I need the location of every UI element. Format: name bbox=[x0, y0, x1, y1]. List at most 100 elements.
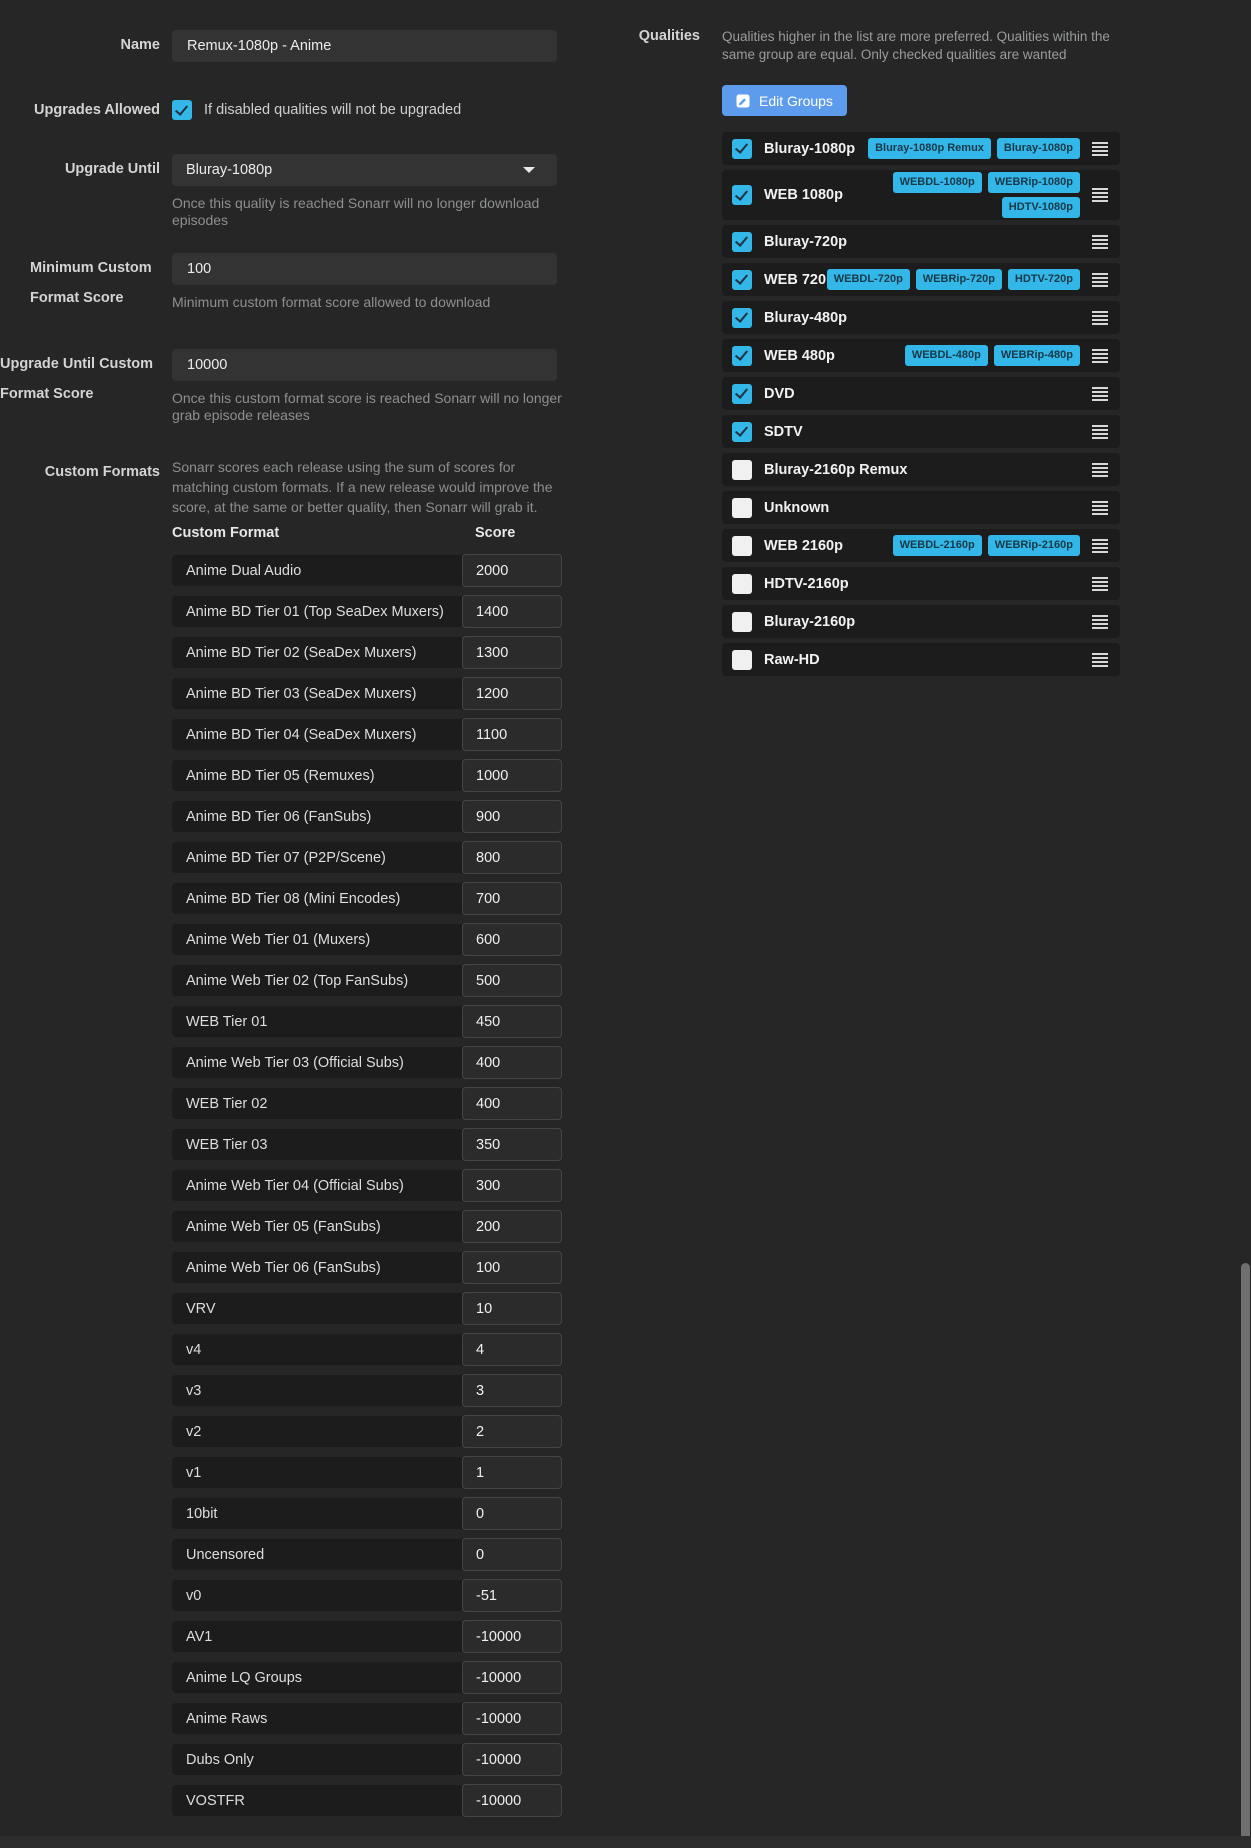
upgrade-until-custom-format-score-input[interactable] bbox=[172, 349, 557, 381]
quality-checkbox[interactable] bbox=[732, 346, 752, 366]
quality-checkbox[interactable] bbox=[732, 650, 752, 670]
cf-name: v1 bbox=[172, 1457, 462, 1488]
quality-profile-edit-page: Name Upgrades Allowed If disabled qualit… bbox=[0, 0, 1251, 1848]
cf-name: Anime BD Tier 08 (Mini Encodes) bbox=[172, 883, 462, 914]
quality-row: Bluray-2160p Remux bbox=[722, 453, 1120, 486]
drag-handle-icon[interactable] bbox=[1092, 349, 1108, 363]
custom-formats-label: Custom Formats bbox=[0, 457, 160, 487]
quality-checkbox[interactable] bbox=[732, 498, 752, 518]
quality-badges: WEBDL-2160pWEBRip-2160p bbox=[853, 535, 1080, 556]
cf-score-input[interactable]: -10000 bbox=[462, 1661, 562, 1694]
upgrade-until-select[interactable]: Bluray-1080p bbox=[172, 154, 557, 186]
cf-score-input[interactable]: -10000 bbox=[462, 1784, 562, 1817]
cf-score-input[interactable]: 1200 bbox=[462, 677, 562, 710]
cf-score-input[interactable]: 500 bbox=[462, 964, 562, 997]
quality-row: Unknown bbox=[722, 491, 1120, 524]
drag-handle-icon[interactable] bbox=[1092, 425, 1108, 439]
drag-handle-icon[interactable] bbox=[1092, 577, 1108, 591]
quality-name: Bluray-1080p bbox=[764, 141, 855, 157]
quality-row: SDTV bbox=[722, 415, 1120, 448]
cf-name: Anime Web Tier 01 (Muxers) bbox=[172, 924, 462, 955]
drag-handle-icon[interactable] bbox=[1092, 387, 1108, 401]
quality-name: Bluray-2160p bbox=[764, 614, 855, 630]
cf-score-input[interactable]: 100 bbox=[462, 1251, 562, 1284]
custom-formats-section: Custom Formats Sonarr scores each releas… bbox=[0, 457, 562, 1816]
vertical-scrollbar-track[interactable] bbox=[1240, 0, 1251, 1848]
quality-checkbox[interactable] bbox=[732, 384, 752, 404]
cf-score-input[interactable]: 0 bbox=[462, 1538, 562, 1571]
table-row: Anime BD Tier 08 (Mini Encodes) 700 bbox=[172, 883, 562, 914]
quality-checkbox[interactable] bbox=[732, 536, 752, 556]
cf-score-input[interactable]: 1000 bbox=[462, 759, 562, 792]
table-row: WEB Tier 03 350 bbox=[172, 1129, 562, 1160]
cf-score-input[interactable]: 350 bbox=[462, 1128, 562, 1161]
quality-badge: HDTV-1080p bbox=[1002, 197, 1080, 218]
quality-name: Bluray-2160p Remux bbox=[764, 462, 907, 478]
cf-score-input[interactable]: 600 bbox=[462, 923, 562, 956]
quality-checkbox[interactable] bbox=[732, 460, 752, 480]
drag-handle-icon[interactable] bbox=[1092, 653, 1108, 667]
cf-score-input[interactable]: 2 bbox=[462, 1415, 562, 1448]
cf-name: Uncensored bbox=[172, 1539, 462, 1570]
cf-score-input[interactable]: 1100 bbox=[462, 718, 562, 751]
cf-score-input[interactable]: -10000 bbox=[462, 1620, 562, 1653]
cf-score-input[interactable]: 10 bbox=[462, 1292, 562, 1325]
vertical-scrollbar-thumb[interactable] bbox=[1241, 1263, 1250, 1848]
qualities-description: Qualities higher in the list are more pr… bbox=[722, 28, 1120, 63]
upgrade-until-selected-value: Bluray-1080p bbox=[186, 162, 523, 178]
min-custom-format-score-input[interactable] bbox=[172, 253, 557, 285]
quality-checkbox[interactable] bbox=[732, 139, 752, 159]
quality-checkbox[interactable] bbox=[732, 308, 752, 328]
quality-name: WEB 720p bbox=[764, 272, 835, 288]
cf-name: WEB Tier 01 bbox=[172, 1006, 462, 1037]
cf-score-input[interactable]: 1 bbox=[462, 1456, 562, 1489]
drag-handle-icon[interactable] bbox=[1092, 501, 1108, 515]
table-row: VOSTFR -10000 bbox=[172, 1785, 562, 1816]
quality-checkbox[interactable] bbox=[732, 270, 752, 290]
quality-checkbox[interactable] bbox=[732, 574, 752, 594]
table-row: Uncensored 0 bbox=[172, 1539, 562, 1570]
profile-form: Name Upgrades Allowed If disabled qualit… bbox=[0, 0, 562, 1816]
cf-score-input[interactable]: -10000 bbox=[462, 1743, 562, 1776]
cf-score-input[interactable]: 800 bbox=[462, 841, 562, 874]
drag-handle-icon[interactable] bbox=[1092, 273, 1108, 287]
cf-score-input[interactable]: 700 bbox=[462, 882, 562, 915]
quality-row: Bluray-1080p Bluray-1080p RemuxBluray-10… bbox=[722, 132, 1120, 165]
cf-score-input[interactable]: 200 bbox=[462, 1210, 562, 1243]
quality-checkbox[interactable] bbox=[732, 185, 752, 205]
upgrades-allowed-checkbox[interactable] bbox=[172, 100, 192, 120]
quality-name: Unknown bbox=[764, 500, 829, 516]
quality-checkbox[interactable] bbox=[732, 422, 752, 442]
table-row: v0 -51 bbox=[172, 1580, 562, 1611]
custom-format-table: Anime Dual Audio 2000 Anime BD Tier 01 (… bbox=[172, 555, 562, 1816]
drag-handle-icon[interactable] bbox=[1092, 463, 1108, 477]
quality-checkbox[interactable] bbox=[732, 232, 752, 252]
cf-score-input[interactable]: 3 bbox=[462, 1374, 562, 1407]
upgrades-allowed-form-row: Upgrades Allowed If disabled qualities w… bbox=[0, 95, 562, 125]
cf-score-input[interactable]: -51 bbox=[462, 1579, 562, 1612]
edit-groups-button[interactable]: Edit Groups bbox=[722, 85, 847, 116]
drag-handle-icon[interactable] bbox=[1092, 235, 1108, 249]
table-row: Anime BD Tier 05 (Remuxes) 1000 bbox=[172, 760, 562, 791]
drag-handle-icon[interactable] bbox=[1092, 311, 1108, 325]
drag-handle-icon[interactable] bbox=[1092, 615, 1108, 629]
cf-score-input[interactable]: 4 bbox=[462, 1333, 562, 1366]
cf-score-input[interactable]: 300 bbox=[462, 1169, 562, 1202]
drag-handle-icon[interactable] bbox=[1092, 142, 1108, 156]
cf-score-input[interactable]: -10000 bbox=[462, 1702, 562, 1735]
drag-handle-icon[interactable] bbox=[1092, 188, 1108, 202]
table-row: Anime Raws -10000 bbox=[172, 1703, 562, 1734]
table-row: Anime BD Tier 04 (SeaDex Muxers) 1100 bbox=[172, 719, 562, 750]
quality-checkbox[interactable] bbox=[732, 612, 752, 632]
name-input[interactable] bbox=[172, 30, 557, 62]
name-label: Name bbox=[0, 30, 160, 60]
quality-badges: WEBDL-720pWEBRip-720pHDTV-720p bbox=[845, 269, 1080, 290]
drag-handle-icon[interactable] bbox=[1092, 539, 1108, 553]
cf-score-input[interactable]: 400 bbox=[462, 1087, 562, 1120]
upgrades-allowed-checkbox-text: If disabled qualities will not be upgrad… bbox=[204, 102, 461, 118]
cf-score-input[interactable]: 450 bbox=[462, 1005, 562, 1038]
cf-score-input[interactable]: 900 bbox=[462, 800, 562, 833]
cf-score-input[interactable]: 400 bbox=[462, 1046, 562, 1079]
cf-score-input[interactable]: 0 bbox=[462, 1497, 562, 1530]
min-custom-format-score-form-row: Minimum Custom Format Score Minimum cust… bbox=[0, 253, 562, 313]
